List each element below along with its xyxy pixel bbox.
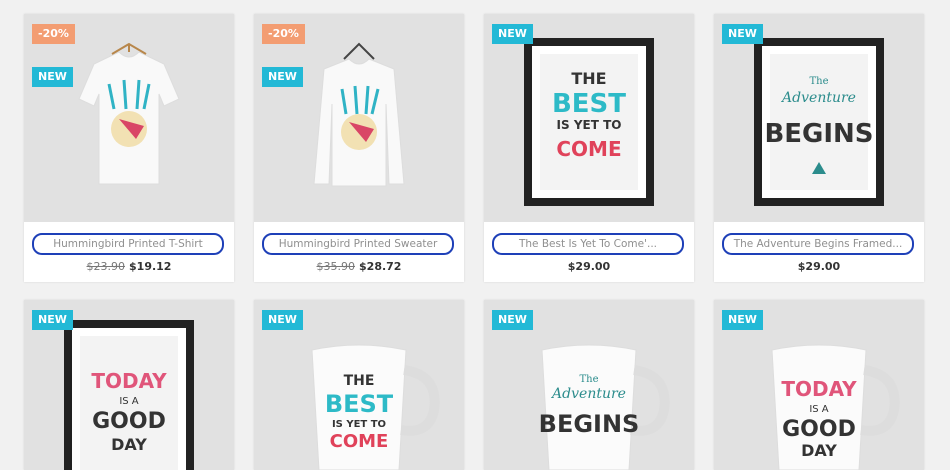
old-price: $23.90 [86, 260, 126, 273]
product-image[interactable]: -20% NEW [24, 14, 234, 222]
new-badge: NEW [32, 310, 73, 330]
poster-word: BEGINS [764, 119, 873, 149]
product-card[interactable]: -20% NEW Hummingbird Printed T-Shirt $23… [24, 14, 234, 282]
new-badge: NEW [492, 310, 533, 330]
price: $35.90 $28.72 [254, 260, 464, 273]
product-image[interactable]: -20% NEW [254, 14, 464, 222]
poster-word: TODAY [91, 369, 167, 393]
product-name-link[interactable]: Hummingbird Printed T-Shirt [32, 233, 224, 255]
product-image[interactable]: The Adventure BEGINS NEW [714, 14, 924, 222]
mug-word: The [579, 374, 598, 385]
mug-word: DAY [801, 441, 837, 460]
product-card[interactable]: THE BEST IS YET TO COME NEW [254, 300, 464, 470]
product-card[interactable]: TODAY IS A GOOD DAY NEW [714, 300, 924, 470]
new-badge: NEW [262, 310, 303, 330]
new-badge: NEW [262, 67, 303, 87]
mug-word: THE [344, 373, 375, 389]
mug-word: Adventure [550, 386, 626, 402]
poster-word: GOOD [92, 409, 166, 434]
product-card[interactable]: The Adventure BEGINS NEW The Adventure B… [714, 14, 924, 282]
old-price: $35.90 [316, 260, 356, 273]
discount-badge: -20% [32, 24, 75, 44]
mug-word: GOOD [782, 417, 856, 442]
product-name-link[interactable]: Hummingbird Printed Sweater [262, 233, 454, 255]
mug-word: IS YET TO [332, 419, 386, 430]
discount-badge: -20% [262, 24, 305, 44]
poster-word: DAY [111, 435, 147, 454]
mug-word: COME [330, 431, 389, 452]
new-badge: NEW [492, 24, 533, 44]
mug-word: IS A [809, 404, 828, 415]
product-image[interactable]: THE BEST IS YET TO COME NEW [484, 14, 694, 222]
product-name-link[interactable]: The Best Is Yet To Come'... [492, 233, 684, 255]
product-card[interactable]: TODAY IS A GOOD DAY NEW [24, 300, 234, 470]
new-badge: NEW [32, 67, 73, 87]
poster-word: Adventure [780, 90, 856, 106]
new-badge: NEW [722, 310, 763, 330]
product-image[interactable]: The Adventure BEGINS NEW [484, 300, 694, 470]
sweater-image [313, 42, 405, 187]
poster-word: IS YET TO [557, 118, 622, 132]
mug-word: BEST [325, 390, 394, 418]
current-price: $28.72 [359, 260, 402, 273]
price: $29.00 [484, 260, 694, 273]
poster-word: THE [571, 69, 606, 88]
product-image[interactable]: THE BEST IS YET TO COME NEW [254, 300, 464, 470]
product-image[interactable]: TODAY IS A GOOD DAY NEW [714, 300, 924, 470]
mug-word: TODAY [781, 377, 857, 401]
product-image[interactable]: TODAY IS A GOOD DAY NEW [24, 300, 234, 470]
price: $23.90 $19.12 [24, 260, 234, 273]
product-grid: -20% NEW Hummingbird Printed T-Shirt $23… [0, 0, 950, 470]
product-card[interactable]: THE BEST IS YET TO COME NEW The Best Is … [484, 14, 694, 282]
poster-image: The Adventure BEGINS [754, 38, 884, 206]
poster-word: IS A [119, 396, 138, 407]
poster-image: THE BEST IS YET TO COME [524, 38, 654, 206]
current-price: $29.00 [797, 260, 841, 273]
poster-word: BEST [552, 89, 626, 119]
current-price: $19.12 [129, 260, 172, 273]
product-card[interactable]: The Adventure BEGINS NEW [484, 300, 694, 470]
poster-word: COME [556, 137, 621, 161]
mug-word: BEGINS [539, 410, 640, 438]
product-name-link[interactable]: The Adventure Begins Framed... [722, 233, 914, 255]
current-price: $29.00 [567, 260, 611, 273]
price: $29.00 [714, 260, 924, 273]
new-badge: NEW [722, 24, 763, 44]
poster-word: The [809, 76, 828, 87]
product-card[interactable]: -20% NEW Hummingbird Printed Sweater $35… [254, 14, 464, 282]
tshirt-image [78, 42, 180, 185]
